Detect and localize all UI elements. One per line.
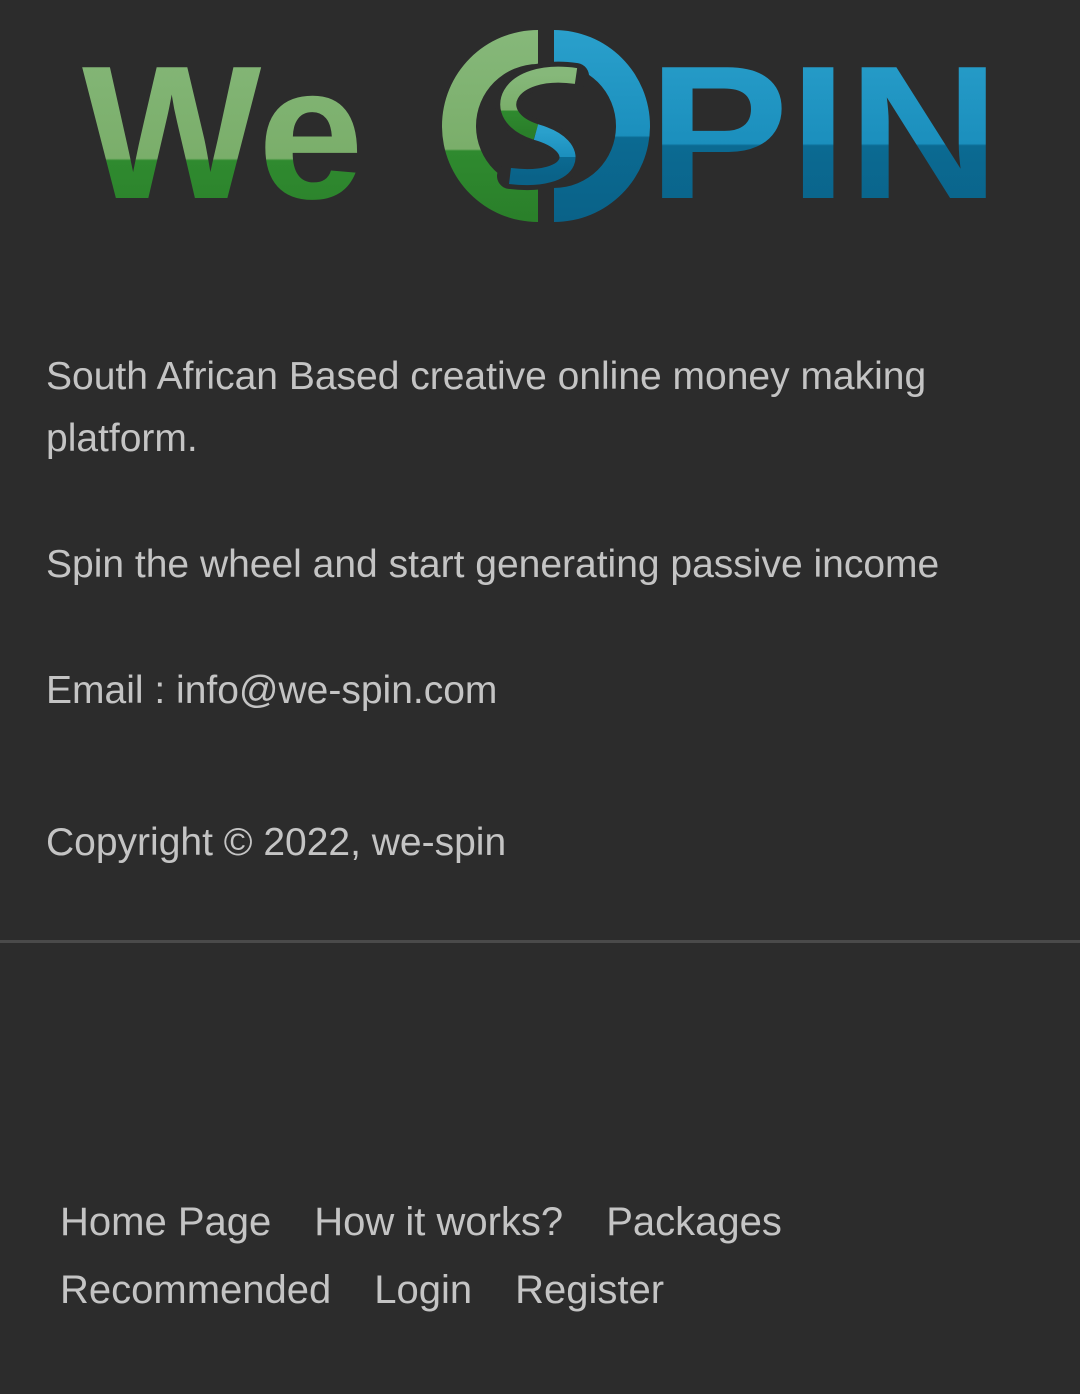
wespin-logo[interactable]: We PIN xyxy=(70,14,1010,240)
nav-link-recommended[interactable]: Recommended xyxy=(60,1256,331,1324)
logo-pin-text: PIN xyxy=(648,27,1000,239)
contact-email[interactable]: Email : info@we-spin.com xyxy=(46,660,1036,722)
about-section: South African Based creative online mone… xyxy=(46,346,1036,874)
site-tagline: Spin the wheel and start generating pass… xyxy=(46,543,940,586)
nav-link-register[interactable]: Register xyxy=(515,1256,664,1324)
footer-divider xyxy=(0,940,1080,943)
dollar-swirl-icon xyxy=(442,30,650,222)
footer-nav-row: Home Page How it works? Packages xyxy=(60,1188,1020,1256)
nav-link-home[interactable]: Home Page xyxy=(60,1188,271,1256)
wespin-logo-graphic: We PIN xyxy=(82,27,1000,239)
nav-link-packages[interactable]: Packages xyxy=(606,1188,782,1256)
footer-nav: Home Page How it works? Packages Recomme… xyxy=(60,1188,1020,1324)
copyright-notice: Copyright © 2022, we-spin xyxy=(46,821,507,864)
logo-we-text: We xyxy=(82,27,364,239)
nav-link-login[interactable]: Login xyxy=(374,1256,472,1324)
site-description: South African Based creative online mone… xyxy=(46,355,927,460)
footer-nav-row: Recommended Login Register xyxy=(60,1256,1020,1324)
nav-link-how-it-works[interactable]: How it works? xyxy=(314,1188,563,1256)
